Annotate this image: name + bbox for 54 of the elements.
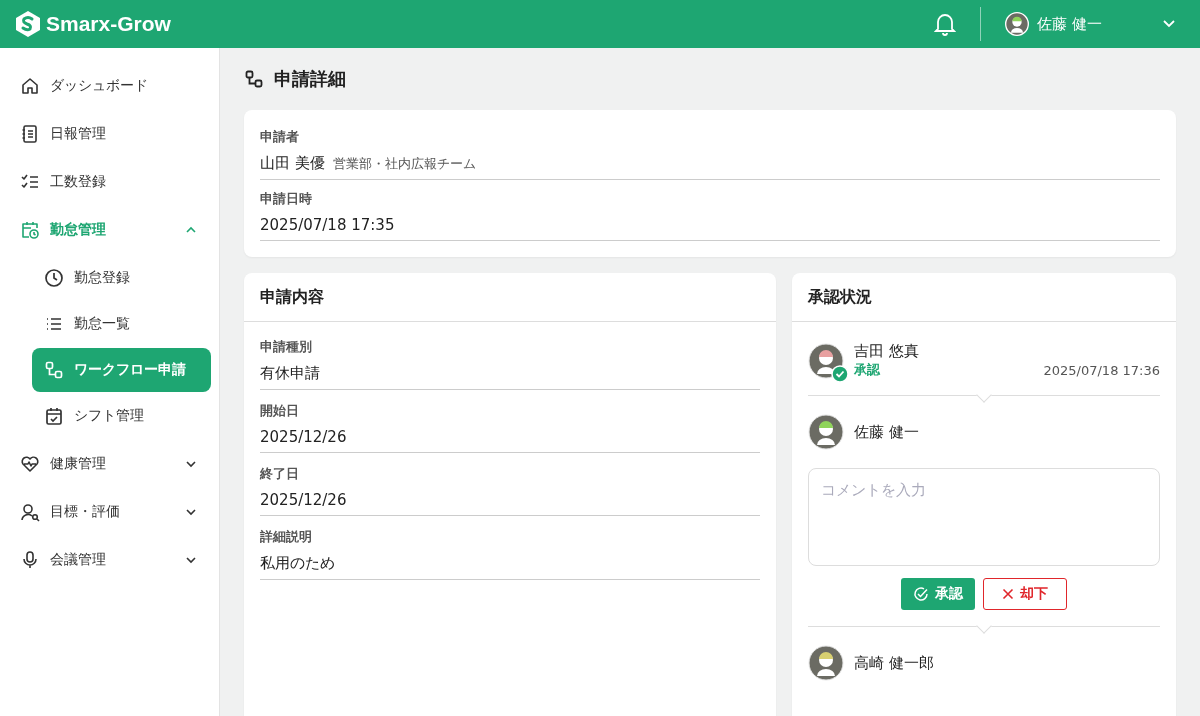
card-title: 申請内容 bbox=[244, 273, 776, 322]
approver-name: 佐藤 健一 bbox=[854, 422, 920, 442]
department-text: 営業部・社内広報チーム bbox=[332, 155, 476, 173]
logo-icon bbox=[14, 10, 42, 38]
nav-item[interactable]: 目標・評価 bbox=[0, 488, 219, 536]
avatar-icon bbox=[1005, 12, 1030, 36]
timestamp: 2025/07/18 17:36 bbox=[1043, 362, 1160, 378]
field-label: 終了日 bbox=[260, 465, 300, 483]
field-label: 申請者 bbox=[260, 128, 300, 146]
field-value: 2025/07/18 17:35 bbox=[260, 216, 395, 234]
home-icon bbox=[20, 76, 40, 96]
calendar-check-icon bbox=[44, 406, 64, 426]
nav-item[interactable]: 会議管理 bbox=[0, 536, 219, 584]
card-title: 承認状況 bbox=[792, 273, 1176, 322]
nav-item[interactable]: 健康管理 bbox=[0, 440, 219, 488]
chevron-down-icon[interactable] bbox=[185, 556, 197, 564]
chevron-up-icon[interactable] bbox=[185, 226, 197, 234]
avatar-icon bbox=[808, 645, 844, 681]
calendar-clock-icon bbox=[20, 220, 40, 240]
nav-item[interactable]: 工数登録 bbox=[0, 158, 219, 206]
person-search-icon bbox=[20, 502, 40, 522]
reject-button[interactable]: 却下 bbox=[983, 578, 1067, 610]
microphone-icon bbox=[20, 550, 40, 570]
nav-item[interactable]: 日報管理 bbox=[0, 110, 219, 158]
nav-subitem[interactable]: 勤怠一覧 bbox=[32, 302, 211, 346]
clock-icon bbox=[44, 268, 64, 288]
avatar-icon bbox=[808, 414, 844, 450]
nav-subitem[interactable]: 勤怠登録 bbox=[32, 256, 211, 300]
applicant-name: 山田 美優 bbox=[260, 154, 325, 173]
field-value: 2025/12/26 bbox=[260, 491, 347, 509]
chevron-down-icon[interactable] bbox=[185, 460, 197, 468]
close-icon bbox=[1002, 588, 1014, 600]
field-label: 詳細説明 bbox=[260, 528, 313, 546]
workflow-icon bbox=[244, 69, 264, 89]
logo-text: Smarx-Grow bbox=[46, 12, 171, 36]
field-label: 開始日 bbox=[260, 402, 300, 420]
comment-field[interactable]: コメントを入力 bbox=[808, 468, 1160, 566]
status-text: 承認 bbox=[854, 361, 880, 379]
bell-icon[interactable] bbox=[934, 12, 957, 36]
nav-subitem[interactable]: シフト管理 bbox=[32, 394, 211, 438]
check-circle-icon bbox=[913, 586, 929, 602]
workflow-icon bbox=[44, 360, 64, 380]
field-label: 申請日時 bbox=[260, 190, 313, 208]
chevron-down-icon[interactable] bbox=[185, 508, 197, 516]
field-value: 2025/12/26 bbox=[260, 428, 347, 446]
field-label: 申請種別 bbox=[260, 338, 313, 356]
page-title: 申請詳細 bbox=[274, 67, 346, 91]
nav-item[interactable]: ダッシュボード bbox=[0, 62, 219, 110]
field-value: 私用のため bbox=[260, 554, 335, 573]
approver-name: 吉田 悠真 bbox=[854, 342, 920, 361]
field-value: 有休申請 bbox=[260, 364, 320, 383]
notebook-icon bbox=[20, 124, 40, 144]
approver-name: 高崎 健一郎 bbox=[854, 653, 935, 673]
heart-icon bbox=[20, 454, 40, 474]
